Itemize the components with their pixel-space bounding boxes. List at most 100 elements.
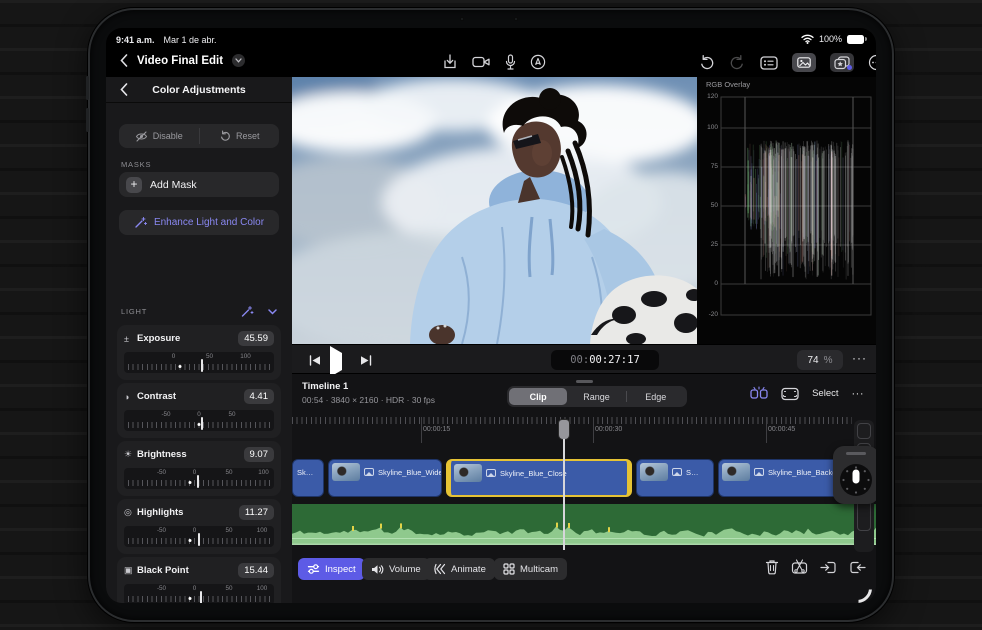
- slider-value-field[interactable]: 15.44: [238, 563, 274, 578]
- mode-range[interactable]: Range: [567, 388, 625, 405]
- clip-thumbnail: [722, 463, 750, 481]
- timeline-more-button[interactable]: ···: [852, 388, 865, 400]
- clip-skyline-blue-close[interactable]: Skyline_Blue_Close: [446, 459, 632, 497]
- clip-label: Skyline_Blue_Wide: [378, 468, 441, 477]
- split-clip-icon[interactable]: [791, 559, 808, 575]
- reset-button[interactable]: Reset: [200, 124, 280, 148]
- overwrite-clip-icon[interactable]: [849, 560, 866, 575]
- slider-ruler[interactable]: -50 0 50 100: [124, 468, 274, 489]
- viewer-more-button[interactable]: ···: [852, 351, 867, 365]
- microphone-icon[interactable]: [505, 53, 516, 70]
- slider-value-field[interactable]: 11.27: [238, 505, 274, 520]
- ruler-ticks: [292, 417, 852, 424]
- light-wand-icon[interactable]: [240, 305, 254, 318]
- mode-clip[interactable]: Clip: [509, 388, 568, 405]
- browser-icon[interactable]: [760, 55, 778, 70]
- clip-label: S…: [686, 468, 699, 477]
- trash-icon[interactable]: [765, 559, 779, 575]
- image-icon: [486, 469, 496, 477]
- play-button[interactable]: [330, 346, 342, 377]
- image-icon: [672, 468, 682, 476]
- jog-drag-handle[interactable]: [846, 452, 866, 455]
- slider-label: Black Point: [137, 565, 189, 576]
- playhead-handle[interactable]: [558, 419, 570, 440]
- clip-thumbnail: [454, 464, 482, 482]
- slider-highlights: ◎ Highlights 11.27 -50 0 50 100: [117, 499, 281, 554]
- slider-zero-dot: [188, 539, 192, 542]
- ruler-label: 00:00:15: [420, 417, 451, 443]
- enhance-button[interactable]: Enhance Light and Color: [119, 210, 279, 235]
- video-preview: [242, 63, 754, 352]
- slider-value-field[interactable]: 9.07: [243, 447, 274, 462]
- video-viewer[interactable]: [242, 63, 754, 352]
- import-icon[interactable]: [442, 53, 458, 70]
- waveform-scope: [720, 96, 872, 316]
- slider-handle[interactable]: [196, 475, 199, 488]
- more-icon[interactable]: [868, 54, 876, 71]
- title-menu-button[interactable]: [232, 54, 246, 67]
- slider-ruler[interactable]: 0 50 100: [124, 352, 274, 373]
- animate-button[interactable]: Animate: [424, 558, 495, 580]
- speaker-icon: [372, 564, 384, 574]
- multicam-button[interactable]: Multicam: [494, 558, 568, 580]
- blade-split-icon[interactable]: [750, 386, 768, 401]
- undo-icon[interactable]: [698, 54, 715, 71]
- slider-exposure: ± Exposure 45.59 0 50 100: [117, 325, 281, 380]
- clip-skyline-blue-wide[interactable]: Skyline_Blue_Wide: [328, 459, 442, 497]
- scope-tick: 25: [710, 241, 718, 248]
- insert-clip-icon[interactable]: [820, 560, 837, 575]
- slider-handle[interactable]: [201, 359, 203, 372]
- inspect-icon: [307, 564, 320, 574]
- status-bar: 9:41 a.m. Mar 1 de abr. 100%: [106, 28, 876, 50]
- inspect-button[interactable]: Inspect: [298, 558, 365, 580]
- slider-value-field[interactable]: 4.41: [243, 389, 274, 404]
- annotate-icon[interactable]: [530, 54, 546, 70]
- media-browser-button[interactable]: [792, 53, 816, 72]
- tool-label: Animate: [451, 563, 486, 575]
- animate-icon: [434, 563, 446, 575]
- slider-handle[interactable]: [198, 533, 200, 546]
- mode-edge[interactable]: Edge: [627, 388, 685, 405]
- slider-handle[interactable]: [199, 591, 202, 603]
- timecode-hours: 00:: [570, 354, 590, 366]
- notification-dot: [847, 65, 852, 70]
- slider-zero-dot: [188, 597, 192, 600]
- clip-skyline-blue-background[interactable]: Skyline_Blue_Backgrou: [718, 459, 852, 497]
- overlay-frames-icon[interactable]: [781, 387, 799, 401]
- volume-button[interactable]: Volume: [362, 558, 430, 580]
- slider-ruler[interactable]: -50 0 50 100: [124, 584, 274, 603]
- slider-label: Brightness: [137, 449, 187, 460]
- add-mask-button[interactable]: + Add Mask: [119, 172, 279, 197]
- clip-s-truncated[interactable]: S…: [636, 459, 714, 497]
- slider-ruler[interactable]: -50 0 50 100: [124, 526, 274, 547]
- timeline-panel: Timeline 1 00:54 · 3840 × 2160 · HDR · 3…: [292, 374, 876, 603]
- screen: 9:41 a.m. Mar 1 de abr. 100% Video Final…: [106, 28, 876, 603]
- viewer-zoom-control[interactable]: 74%: [797, 350, 843, 370]
- redo-icon[interactable]: [729, 54, 746, 71]
- timecode-display[interactable]: 00: 00:27:17: [551, 350, 659, 370]
- slider-ruler[interactable]: -50 0 50: [124, 410, 274, 431]
- timeline-drag-handle[interactable]: [576, 380, 593, 383]
- image-icon: [754, 468, 764, 476]
- select-button[interactable]: Select: [812, 388, 838, 399]
- back-chevron-icon[interactable]: [120, 54, 128, 67]
- playhead[interactable]: [558, 419, 570, 550]
- jog-wheel[interactable]: [833, 446, 876, 504]
- skip-forward-icon[interactable]: [360, 355, 372, 366]
- clip-thumbnail: [332, 463, 360, 481]
- slider-handle[interactable]: [201, 417, 203, 430]
- clip-skyline-partial[interactable]: Sk…: [292, 459, 324, 497]
- collapse-chevron-icon[interactable]: [268, 308, 277, 315]
- timeline-ruler[interactable]: 00:00:15 00:00:30 00:00:45: [292, 417, 852, 443]
- skip-back-icon[interactable]: [309, 355, 321, 366]
- audio-track[interactable]: [292, 504, 876, 545]
- slider-value-field[interactable]: 45.59: [238, 331, 274, 346]
- volume-down-button: [86, 108, 89, 132]
- disable-button[interactable]: Disable: [119, 124, 199, 148]
- multicam-grid-icon: [503, 563, 515, 575]
- project-title[interactable]: Video Final Edit: [137, 55, 223, 67]
- camera-icon[interactable]: [472, 55, 491, 69]
- effects-button[interactable]: [830, 53, 854, 72]
- camera-sensor: [514, 17, 518, 21]
- scope-tick: 75: [710, 163, 718, 170]
